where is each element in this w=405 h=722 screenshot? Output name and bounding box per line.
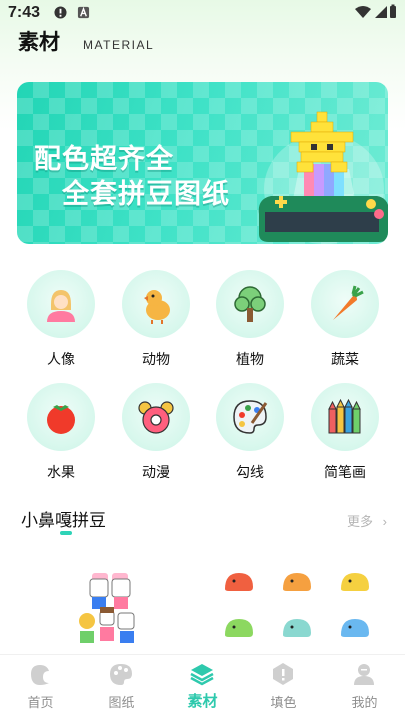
more-link[interactable]: 更多 › (347, 511, 387, 530)
category-fruit[interactable]: 水果 (21, 383, 101, 483)
category-label: 动漫 (142, 464, 170, 480)
tab-fill[interactable]: 填色 (243, 655, 324, 722)
battery-icon (390, 4, 396, 18)
category-label: 勾线 (236, 464, 264, 480)
category-icon-bg (122, 270, 190, 338)
category-simple-drawing[interactable]: 简笔画 (305, 383, 385, 483)
wifi-icon (355, 6, 371, 18)
tab-pattern[interactable]: 图纸 (81, 655, 162, 722)
carrot-icon (333, 285, 364, 320)
tab-label: 我的 (351, 695, 378, 710)
banner-subheadline: 全套拼豆图纸 (62, 179, 230, 209)
chick-icon (144, 290, 170, 324)
category-plant[interactable]: 植物 (210, 270, 290, 370)
tab-label: 首页 (27, 695, 54, 710)
category-icon-bg (27, 383, 95, 451)
signal-icon (375, 6, 387, 18)
tree-icon (234, 286, 266, 322)
category-icon-bg (216, 383, 284, 451)
chevron-right-icon: › (382, 514, 387, 529)
tab-home[interactable]: 首页 (0, 655, 81, 722)
crayons-icon (328, 398, 361, 434)
section-title: 小鼻嘎拼豆 (21, 511, 106, 530)
category-icon-bg (216, 270, 284, 338)
category-line-art[interactable]: 勾线 (210, 383, 290, 483)
home-icon (31, 665, 49, 685)
category-label: 人像 (47, 351, 75, 367)
bottom-tab-bar: 首页 图纸 素材 填色 我的 (0, 654, 405, 722)
category-label: 简笔画 (324, 464, 366, 480)
tab-label: 填色 (270, 695, 297, 710)
category-icon-bg (27, 270, 95, 338)
portrait-icon (47, 290, 75, 322)
banner-headline: 配色超齐全 (34, 144, 174, 174)
section-underline (60, 531, 72, 535)
anime-face-icon (138, 401, 174, 434)
status-time: 7:43 (8, 4, 41, 21)
category-label: 水果 (47, 464, 75, 480)
status-right (353, 4, 397, 25)
bead-pattern-preview[interactable] (70, 565, 150, 650)
category-icon-bg (122, 383, 190, 451)
category-portrait[interactable]: 人像 (21, 270, 101, 370)
category-animal[interactable]: 动物 (116, 270, 196, 370)
palette-icon (233, 400, 268, 434)
alert-icon (54, 6, 67, 19)
tab-label: 素材 (187, 693, 218, 710)
promo-banner[interactable]: 配色超齐全 全套拼豆图纸 (17, 82, 388, 244)
profile-icon (354, 664, 374, 685)
status-bar: 7:43 (0, 0, 405, 26)
page-title: 素材 (18, 31, 60, 54)
category-icon-bg (311, 383, 379, 451)
material-icon (190, 664, 214, 686)
pattern-icon (110, 664, 132, 685)
page-subtitle: MATERIAL (83, 38, 155, 52)
tab-material[interactable]: 素材 (162, 655, 243, 722)
more-label: 更多 (347, 514, 374, 529)
category-label: 动物 (142, 351, 170, 367)
app-notification-icon (77, 6, 90, 19)
category-anime[interactable]: 动漫 (116, 383, 196, 483)
tab-label: 图纸 (108, 695, 135, 710)
tomato-icon (47, 405, 75, 434)
pixel-star-console-illustration (258, 111, 388, 244)
fill-icon (273, 663, 293, 685)
category-icon-bg (311, 270, 379, 338)
tab-profile[interactable]: 我的 (324, 655, 405, 722)
category-label: 植物 (236, 351, 264, 367)
category-vegetable[interactable]: 蔬菜 (305, 270, 385, 370)
bead-blobs-preview[interactable] (215, 565, 385, 650)
category-label: 蔬菜 (331, 351, 359, 367)
